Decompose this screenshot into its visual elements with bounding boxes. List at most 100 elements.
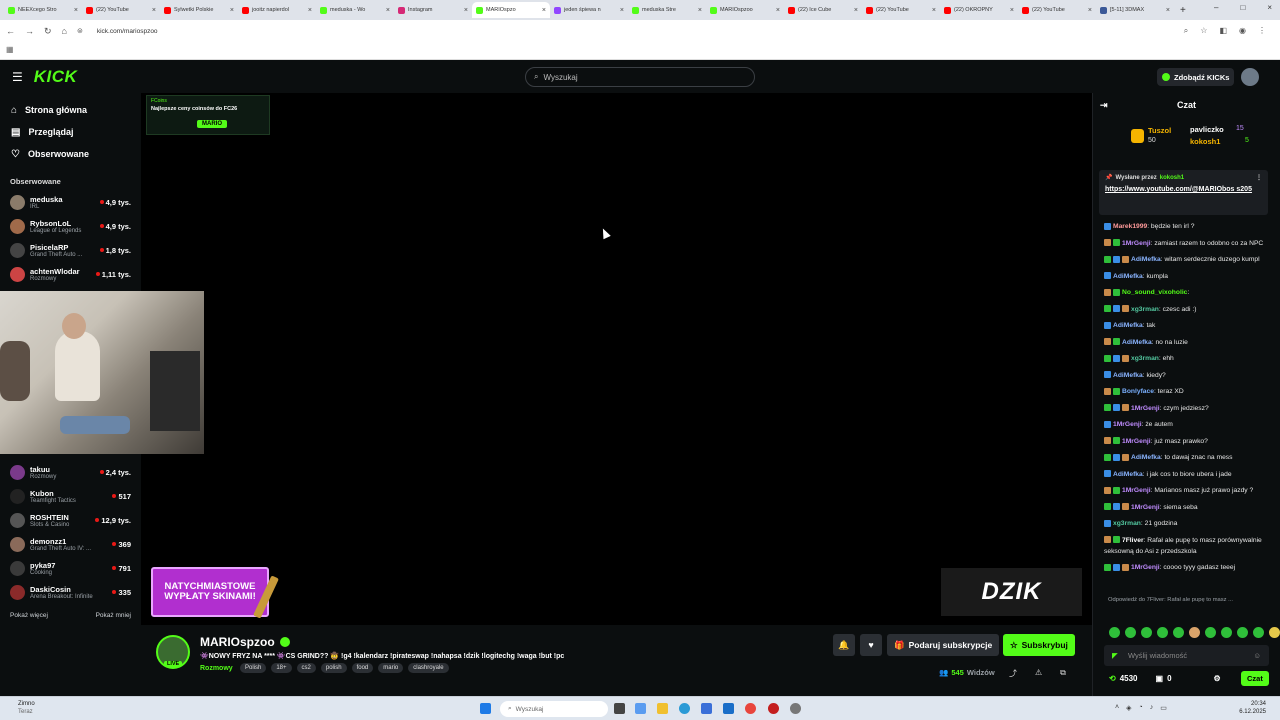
stream-tag[interactable]: 18+ <box>271 663 292 673</box>
reload-icon[interactable]: ↻ <box>44 26 52 37</box>
chat-input[interactable]: Wyślij wiadomość ☺ ◤ <box>1104 645 1269 666</box>
chat-username[interactable]: No_sound_vixoholic <box>1122 289 1187 296</box>
emote-icon[interactable] <box>1109 627 1120 638</box>
channel-avatar[interactable] <box>10 242 25 258</box>
taskbar-search[interactable]: ⌕ Wyszukaj <box>500 701 608 717</box>
hamburger-menu-icon[interactable]: ☰ <box>12 70 23 84</box>
minimize-icon[interactable]: – <box>1214 3 1218 12</box>
zoom-icon[interactable]: ⌕ <box>1184 26 1188 36</box>
chat-username[interactable]: 1MrGenji <box>1131 405 1160 412</box>
video-player[interactable] <box>141 93 1092 625</box>
followed-channel[interactable]: pyka97 Cooking 791 <box>0 556 141 580</box>
site-info-icon[interactable]: ⊜ <box>77 27 83 35</box>
clip-icon[interactable]: ⧉ <box>1060 668 1066 679</box>
close-tab-icon[interactable]: × <box>932 7 936 14</box>
chat-username[interactable]: 7Fliver <box>1122 537 1144 544</box>
channel-avatar[interactable] <box>10 512 25 528</box>
pinned-message[interactable]: 📌 Wysłane przez kokosh1 ⋮ https://www.yo… <box>1099 170 1268 215</box>
channel-avatar[interactable] <box>10 194 25 210</box>
system-clock[interactable]: 20:34 6.12.2025 <box>1239 700 1266 716</box>
close-tab-icon[interactable]: × <box>74 7 78 14</box>
browser-tab[interactable]: [5-11] 3DMAX × <box>1096 2 1174 18</box>
close-tab-icon[interactable]: × <box>698 7 702 14</box>
browser-tab[interactable]: Instagram × <box>394 2 472 18</box>
close-tab-icon[interactable]: × <box>776 7 780 14</box>
show-more-link[interactable]: Pokaż więcej <box>10 612 48 619</box>
kick-logo[interactable]: KICK <box>34 67 78 87</box>
chat-username[interactable]: 1MrGenji <box>1131 564 1160 571</box>
user-avatar[interactable] <box>1241 68 1259 86</box>
pinned-link[interactable]: https://www.youtube.com/@MARIObos s205 <box>1105 185 1262 195</box>
home-icon[interactable]: ⌂ <box>62 26 67 36</box>
file-explorer-icon[interactable] <box>657 703 668 714</box>
battery-icon[interactable]: ▭ <box>1160 704 1167 712</box>
stream-tag[interactable]: clashroyale <box>408 663 449 673</box>
emote-icon[interactable] <box>1205 627 1216 638</box>
close-tab-icon[interactable]: × <box>854 7 858 14</box>
notifications-bell-button[interactable]: 🔔 <box>833 634 855 656</box>
close-tab-icon[interactable]: × <box>230 7 234 14</box>
chat-username[interactable]: 1MrGenji <box>1122 487 1151 494</box>
followed-channel[interactable]: ROSHTEIN Slots & Casino 12,9 tys. <box>0 508 141 532</box>
weather-widget[interactable]: Zimno Teraz <box>6 700 35 716</box>
chat-username[interactable]: 1MrGenji <box>1122 240 1151 247</box>
store-icon[interactable] <box>701 703 712 714</box>
browser-tab[interactable]: (22) OKROPNY × <box>940 2 1018 18</box>
chat-username[interactable]: 1MrGenji <box>1131 504 1160 511</box>
search-input[interactable]: ⌕ Wyszukaj <box>525 67 755 87</box>
profile-icon[interactable]: ◉ <box>1239 26 1246 36</box>
apps-icon[interactable]: ▦ <box>6 45 14 54</box>
stream-tag[interactable]: Polish <box>240 663 267 673</box>
mail-icon[interactable] <box>723 703 734 714</box>
channel-avatar[interactable] <box>10 464 25 480</box>
close-window-icon[interactable]: × <box>1267 3 1272 12</box>
followed-channel[interactable]: DaskiCosin Arena Breakout: Infinite 335 <box>0 580 141 604</box>
browser-tab[interactable]: (22) YouTube × <box>1018 2 1096 18</box>
emote-icon[interactable] <box>1173 627 1184 638</box>
chat-username[interactable]: AdiMefka <box>1131 454 1161 461</box>
browser-tab[interactable]: MARIOspzo × <box>472 2 550 18</box>
sidebar-nav-item[interactable]: ♡ Obserwowane <box>0 143 141 165</box>
chat-username[interactable]: xg3rman <box>1113 520 1141 527</box>
gifts-count[interactable]: 0 <box>1167 674 1171 683</box>
report-icon[interactable]: ⚠ <box>1035 668 1042 679</box>
wifi-icon[interactable]: ◔ <box>1138 704 1142 712</box>
browser-tab[interactable]: meduska Stre × <box>628 2 706 18</box>
followed-channel[interactable]: PisicelaRP Grand Theft Auto ... 1,8 tys. <box>0 238 141 262</box>
points-count[interactable]: 4530 <box>1120 674 1138 683</box>
system-tray[interactable]: ˄ ◈ ◔ ♪ ▭ <box>1115 704 1167 712</box>
close-tab-icon[interactable]: × <box>1166 7 1170 14</box>
emote-icon[interactable] <box>1141 627 1152 638</box>
close-tab-icon[interactable]: × <box>542 7 546 14</box>
emote-icon[interactable] <box>1237 627 1248 638</box>
followed-channel[interactable]: demonzz1 Grand Theft Auto IV: ... 369 <box>0 532 141 556</box>
close-tab-icon[interactable]: × <box>152 7 156 14</box>
browser-tab[interactable]: NEEXcego Stro × <box>4 2 82 18</box>
browser-tab[interactable]: (22) YouTube × <box>862 2 940 18</box>
channel-name[interactable]: MARIOspzoo <box>200 635 275 649</box>
chat-username[interactable]: AdiMefka <box>1113 372 1143 379</box>
sidebar-nav-item[interactable]: ▤ Przeglądaj <box>0 121 141 143</box>
more-icon[interactable]: ⋮ <box>1256 174 1262 181</box>
maximize-icon[interactable]: □ <box>1240 3 1245 12</box>
settings-gear-icon[interactable]: ⚙ <box>1214 674 1221 683</box>
emote-icon[interactable] <box>1221 627 1232 638</box>
chat-username[interactable]: Marek1999 <box>1113 223 1147 230</box>
tray-app-icon[interactable]: ◈ <box>1126 704 1131 712</box>
emoji-icon[interactable]: ☺ <box>1253 651 1261 660</box>
channel-avatar[interactable] <box>10 584 25 600</box>
tray-up-icon[interactable]: ˄ <box>1115 704 1119 712</box>
close-tab-icon[interactable]: × <box>308 7 312 14</box>
settings-icon[interactable] <box>790 703 801 714</box>
emote-icon[interactable] <box>1253 627 1264 638</box>
emote-icon[interactable] <box>1157 627 1168 638</box>
url-field[interactable]: kick.com/mariospzoo <box>93 23 1174 39</box>
back-icon[interactable]: ← <box>6 26 15 36</box>
close-tab-icon[interactable]: × <box>1088 7 1092 14</box>
browser-tab[interactable]: (22) Ice Cube × <box>784 2 862 18</box>
close-tab-icon[interactable]: × <box>620 7 624 14</box>
channel-avatar[interactable] <box>10 266 25 282</box>
stream-tag[interactable]: food <box>351 663 374 673</box>
close-tab-icon[interactable]: × <box>464 7 468 14</box>
chat-username[interactable]: xg3rman <box>1131 355 1159 362</box>
